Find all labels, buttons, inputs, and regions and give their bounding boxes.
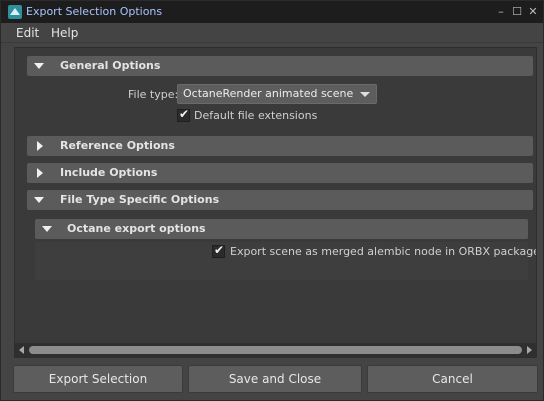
minimize-icon[interactable]: –	[493, 4, 509, 20]
horizontal-scrollbar[interactable]	[15, 343, 536, 357]
section-title: File Type Specific Options	[60, 193, 220, 206]
scroll-right-icon[interactable]	[527, 346, 532, 354]
title-bar[interactable]: Export Selection Options – ☐ ✕	[1, 1, 543, 23]
section-reference-options[interactable]: Reference Options	[27, 136, 533, 156]
menu-bar: Edit Help	[1, 23, 543, 43]
save-and-close-button[interactable]: Save and Close	[188, 365, 362, 393]
checkmark-icon: ✔	[179, 107, 190, 121]
octane-options-frame: ✔ Export scene as merged alembic node in…	[35, 242, 536, 280]
default-file-extensions-checkbox[interactable]: ✔	[177, 107, 190, 122]
file-type-label: File type:	[128, 88, 179, 101]
close-icon[interactable]: ✕	[525, 4, 541, 20]
section-title: Include Options	[60, 166, 158, 179]
maya-app-icon	[8, 5, 22, 19]
section-octane-export-options[interactable]: Octane export options	[35, 219, 528, 239]
scroll-left-icon[interactable]	[19, 346, 24, 354]
section-include-options[interactable]: Include Options	[27, 163, 533, 183]
chevron-down-icon	[360, 92, 370, 97]
cancel-button[interactable]: Cancel	[367, 365, 538, 393]
section-general-options[interactable]: General Options	[27, 56, 533, 76]
checkmark-icon: ✔	[214, 243, 225, 257]
section-file-type-specific-options[interactable]: File Type Specific Options	[27, 190, 533, 210]
menu-help[interactable]: Help	[51, 26, 78, 40]
merged-alembic-checkbox[interactable]: ✔	[212, 243, 225, 258]
section-title: Reference Options	[60, 139, 175, 152]
export-selection-button[interactable]: Export Selection	[13, 365, 183, 393]
expand-arrow-icon	[34, 63, 44, 69]
menu-edit[interactable]: Edit	[16, 26, 39, 40]
section-title: Octane export options	[67, 222, 206, 235]
collapsed-arrow-icon	[37, 141, 43, 151]
file-type-value: OctaneRender animated scene	[183, 87, 354, 100]
export-selection-options-window: Export Selection Options – ☐ ✕ Edit Help…	[0, 0, 544, 401]
window-title: Export Selection Options	[26, 5, 163, 18]
expand-arrow-icon	[42, 226, 52, 232]
options-scroll-panel: General Options File type: OctaneRender …	[14, 47, 537, 358]
scrollbar-thumb[interactable]	[29, 346, 522, 354]
default-file-extensions-label[interactable]: Default file extensions	[194, 109, 317, 122]
section-title: General Options	[60, 59, 161, 72]
collapsed-arrow-icon	[37, 168, 43, 178]
merged-alembic-label[interactable]: Export scene as merged alembic node in O…	[230, 245, 536, 258]
file-type-dropdown[interactable]: OctaneRender animated scene	[177, 84, 377, 104]
expand-arrow-icon	[34, 197, 44, 203]
maximize-icon[interactable]: ☐	[509, 4, 525, 20]
